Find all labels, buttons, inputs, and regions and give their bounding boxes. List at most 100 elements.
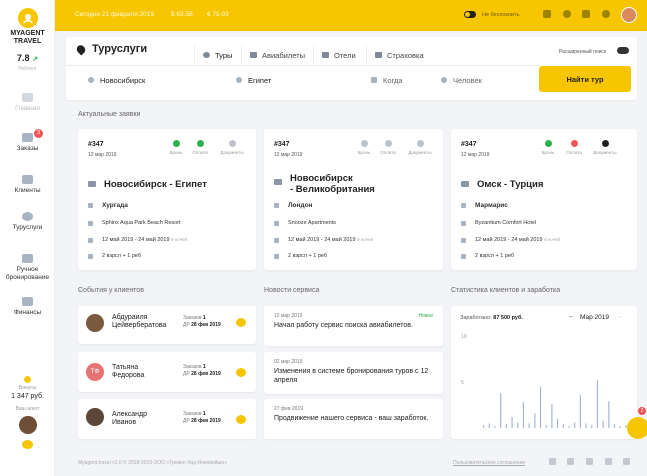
tab-label: Отели xyxy=(334,50,356,60)
client-event-row[interactable]: ТФ Татьяна Федорова Заказов 1 ДР 28 фев 20… xyxy=(78,352,256,392)
request-city: Лондон xyxy=(274,202,312,209)
chart-bar xyxy=(591,425,593,428)
request-people: 2 взрсл + 1 реб xyxy=(88,253,141,259)
calculator-icon[interactable] xyxy=(582,10,590,18)
help-icon[interactable] xyxy=(563,10,571,18)
nights-text: 9 ночей xyxy=(357,237,374,242)
request-id: #347 xyxy=(274,141,290,148)
check-icon xyxy=(544,140,552,147)
request-card[interactable]: #347 12 мар 2019 Бронь Оплата Документы … xyxy=(264,129,443,270)
hotel-text: Sphinx Aqua Park Beach Resort xyxy=(102,220,181,226)
advanced-search-toggle[interactable] xyxy=(617,47,629,54)
client-avatar xyxy=(86,314,104,332)
from-field[interactable]: Новосибирск xyxy=(88,73,145,87)
bell-icon[interactable] xyxy=(543,10,551,18)
people-field[interactable]: Человек xyxy=(441,73,482,87)
booking-icon xyxy=(22,254,33,263)
sidebar-item-label: Турусл​уги xyxy=(12,224,43,231)
sidebar-item-finance[interactable]: Финансы xyxy=(0,297,55,317)
news-item[interactable]: 02 мар 2019 Изменения в системе брониров… xyxy=(264,352,443,394)
orders-label: Заказов xyxy=(183,411,202,417)
vk-icon[interactable] xyxy=(549,458,556,465)
client-event-row[interactable]: Абдураиля Цейвербератова Заказов 1 ДР 28 ф… xyxy=(78,306,256,344)
find-tour-button[interactable]: Найти тур xyxy=(539,66,631,92)
news-item[interactable]: 27 фев 2019 Продвижение нашего сервиса -… xyxy=(264,399,443,439)
user-agreement-link[interactable]: Пользовательское соглашение xyxy=(453,460,525,466)
prev-period-icon[interactable]: ← xyxy=(568,313,575,320)
agent-avatar[interactable] xyxy=(18,416,37,434)
clock-icon xyxy=(601,140,609,147)
usd-rate: $ 63.58 xyxy=(171,11,193,18)
advanced-search-label: Расширенный поиск xyxy=(559,49,607,55)
chat-icon[interactable] xyxy=(236,368,246,377)
client-event-row[interactable]: Александр Иванов Заказов 1 ДР 28 фев 2019 xyxy=(78,399,256,439)
people-placeholder: Человек xyxy=(453,75,482,85)
tab-insurance[interactable]: Страховка xyxy=(366,45,432,65)
client-first-name: Татьяна xyxy=(112,364,139,371)
chart-bar xyxy=(539,386,542,428)
tab-label: Страховка xyxy=(387,50,424,60)
hotel-text: Byzantium Comfort Hotel xyxy=(475,220,537,226)
status-payment: Оплата xyxy=(190,140,210,155)
apple-icon[interactable] xyxy=(623,458,630,465)
tab-flights[interactable]: Авиабилеты xyxy=(241,45,313,65)
instagram-icon[interactable] xyxy=(567,458,574,465)
agent-label: Ваш агент xyxy=(15,406,40,412)
sidebar-item-label: Финансы xyxy=(13,309,42,316)
sidebar-item-home[interactable]: Главная xyxy=(0,93,55,113)
brand-line1: MYAGENT xyxy=(10,30,45,37)
news-text: Продвижение нашего сервиса - ваш заработ… xyxy=(274,415,429,422)
bonus-label: Бонусы xyxy=(18,385,37,391)
request-dates: 12 май 2019 - 24 май 2019 9 ночей xyxy=(274,237,373,243)
gear-icon[interactable] xyxy=(602,10,610,18)
rating-number: 7.8 xyxy=(17,53,30,63)
client-last-name: Иванов xyxy=(112,419,137,426)
chart-bar xyxy=(545,425,547,428)
sidebar-item-clients[interactable]: Клиенты xyxy=(0,175,55,195)
chat-icon[interactable] xyxy=(236,318,246,327)
next-period-icon[interactable]: → xyxy=(616,313,623,320)
date-field[interactable]: Когда xyxy=(371,73,403,87)
chat-icon[interactable] xyxy=(22,440,33,449)
user-avatar[interactable] xyxy=(621,7,637,23)
rating-value: 7.8 ↗ xyxy=(0,53,55,63)
people-text: 2 взрсл + 1 реб xyxy=(475,253,515,259)
request-card[interactable]: #347 12 мар 2019 Бронь Оплата Документы … xyxy=(451,129,637,270)
tab-hotels[interactable]: Отели xyxy=(313,45,364,65)
facebook-icon[interactable] xyxy=(586,458,593,465)
date-placeholder: Когда xyxy=(383,75,403,85)
plane-icon xyxy=(250,52,257,58)
chart-bar xyxy=(585,423,587,428)
birthday-label: ДР xyxy=(183,418,190,424)
status-label: Документы xyxy=(220,150,244,155)
news-new-badge: Новое xyxy=(418,313,433,319)
clock-icon xyxy=(416,140,424,147)
birthday-label: ДР xyxy=(183,371,190,377)
to-field[interactable]: Египет xyxy=(236,73,271,87)
sidebar-item-tour-services[interactable]: Турусл​уги xyxy=(0,212,55,232)
google-play-icon[interactable] xyxy=(605,458,612,465)
clock-icon xyxy=(360,140,368,147)
chart-bar xyxy=(568,426,570,428)
tab-tours[interactable]: Туры xyxy=(194,45,241,65)
dates-text: 12 май 2019 - 24 май 2019 xyxy=(102,237,170,243)
news-item[interactable]: 12 мар 2019 Новое Начал работу сервис по… xyxy=(264,306,443,346)
client-avatar xyxy=(86,408,104,426)
client-last-name: Федорова xyxy=(112,372,145,379)
dnd-toggle[interactable] xyxy=(464,11,476,18)
sidebar-item-orders[interactable]: 3 Заказы xyxy=(0,129,55,153)
earned-value: 87 500 руб. xyxy=(493,315,523,321)
sidebar-item-manual-booking[interactable]: Ручное бронирование xyxy=(0,254,55,282)
chat-fab-button[interactable] xyxy=(627,417,647,439)
request-route: Омск - Турция xyxy=(461,179,543,190)
chart-bar xyxy=(562,424,564,428)
route-text-2: - Великобритания xyxy=(290,184,375,195)
brand-logo-icon[interactable] xyxy=(18,8,38,28)
location-pin-icon xyxy=(274,203,279,208)
hotel-icon xyxy=(322,52,329,58)
request-card[interactable]: #347 12 мар 2019 Бронь Оплата Документы … xyxy=(78,129,256,270)
orders-icon xyxy=(22,133,33,142)
chat-icon[interactable] xyxy=(236,415,246,424)
chart-bar xyxy=(534,413,536,428)
request-date: 12 мар 2019 xyxy=(274,152,303,158)
